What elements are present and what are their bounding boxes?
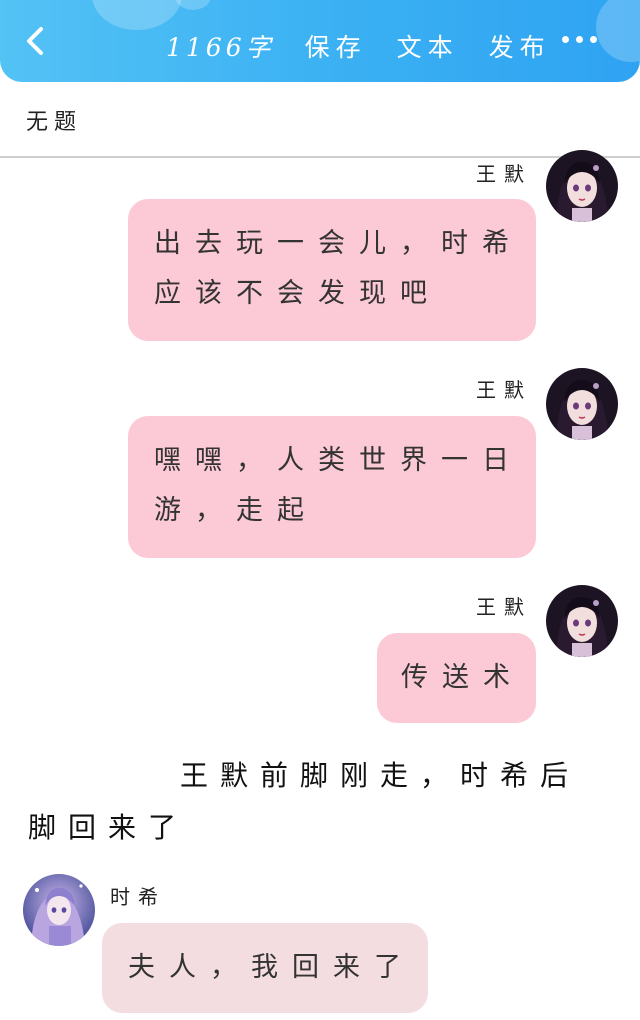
top-bar: 1166字 保存 文本 发布 bbox=[0, 0, 640, 82]
publish-button[interactable]: 发布 bbox=[489, 28, 551, 64]
document-title[interactable]: 无题 bbox=[26, 104, 82, 136]
girl-portrait-icon bbox=[546, 150, 618, 222]
message-bubble[interactable]: 夫人，我回来了 bbox=[102, 923, 428, 1013]
message-bubble[interactable]: 传送术 bbox=[377, 633, 536, 723]
avatar[interactable] bbox=[546, 150, 618, 222]
message-bubble[interactable]: 出去玩一会儿，时希应该不会发现吧 bbox=[128, 199, 536, 341]
sender-name: 王默 bbox=[476, 162, 532, 186]
chevron-left-icon bbox=[27, 27, 43, 55]
decor-bubble bbox=[596, 0, 640, 62]
girl-portrait-icon bbox=[546, 368, 618, 440]
avatar[interactable] bbox=[546, 368, 618, 440]
sender-name: 王默 bbox=[476, 595, 532, 619]
sender-name: 时希 bbox=[110, 885, 166, 909]
avatar[interactable] bbox=[546, 585, 618, 657]
message-bubble[interactable]: 嘿嘿，人类世界一日游，走起 bbox=[128, 416, 536, 558]
fairy-portrait-icon bbox=[23, 874, 95, 946]
decor-bubble bbox=[175, 0, 211, 10]
text-button[interactable]: 文本 bbox=[397, 28, 459, 64]
word-count: 1166字 bbox=[166, 33, 275, 62]
save-button[interactable]: 保存 bbox=[305, 28, 367, 64]
avatar[interactable] bbox=[23, 874, 95, 946]
header-actions: 1166字 保存 文本 发布 bbox=[166, 28, 551, 64]
more-dots-icon[interactable] bbox=[560, 33, 600, 47]
title-row: 无题 bbox=[0, 82, 640, 158]
girl-portrait-icon bbox=[546, 585, 618, 657]
back-button[interactable] bbox=[18, 24, 52, 58]
narration-text: 王默前脚刚走，时希后脚回来了 bbox=[28, 759, 581, 844]
sender-name: 王默 bbox=[476, 378, 532, 402]
decor-bubble bbox=[92, 0, 182, 30]
